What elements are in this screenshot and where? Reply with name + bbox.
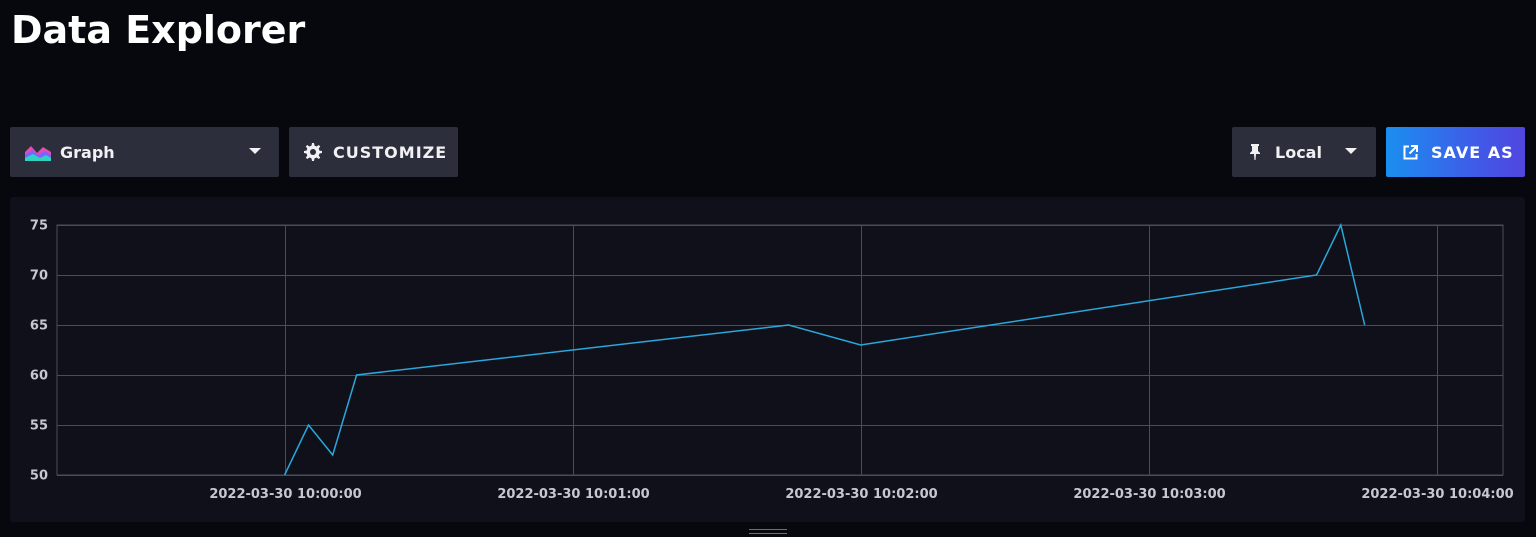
y-tick-label: 75 xyxy=(30,219,48,234)
timezone-label: Local xyxy=(1275,142,1322,162)
graph-type-icon xyxy=(25,146,51,161)
resize-handle-line xyxy=(749,533,787,534)
plot-frame xyxy=(56,224,1504,476)
y-tick-label: 50 xyxy=(30,469,48,484)
data-point xyxy=(859,343,863,347)
data-point xyxy=(1339,223,1343,227)
data-point xyxy=(1315,273,1319,277)
x-tick-label: 2022-03-30 10:04:00 xyxy=(1361,487,1513,502)
x-tick-label: 2022-03-30 10:02:00 xyxy=(785,487,937,502)
y-tick-label: 60 xyxy=(30,369,48,384)
customize-label: CUSTOMIZE xyxy=(333,142,448,162)
data-point xyxy=(787,323,791,327)
y-tick-label: 65 xyxy=(30,319,48,334)
save-as-button[interactable]: SAVE AS xyxy=(1386,127,1525,177)
caret-down-icon xyxy=(1345,148,1357,154)
x-tick-label: 2022-03-30 10:03:00 xyxy=(1073,487,1225,502)
x-tick-label: 2022-03-30 10:01:00 xyxy=(497,487,649,502)
visualization-type-dropdown[interactable]: Graph xyxy=(10,127,279,177)
x-tick-label: 2022-03-30 10:00:00 xyxy=(209,487,361,502)
data-point xyxy=(283,473,287,477)
pin-icon xyxy=(1250,144,1260,160)
resize-handle[interactable] xyxy=(749,529,787,537)
graph-panel: 75 70 65 60 55 50 2022-03-30 10:00:00 2022-03-3… xyxy=(10,197,1525,522)
data-point xyxy=(306,423,310,427)
save-as-label: SAVE AS xyxy=(1431,142,1514,162)
toolbar: Graph CUSTOMIZE Local SAVE AS xyxy=(10,127,1525,177)
data-point xyxy=(331,453,335,457)
data-point xyxy=(1363,323,1367,327)
y-tick-label: 55 xyxy=(30,419,48,434)
external-link-icon xyxy=(1403,144,1418,159)
series-line xyxy=(283,222,1366,476)
caret-down-icon xyxy=(249,148,261,154)
data-point xyxy=(355,373,359,377)
resize-handle-line xyxy=(749,529,787,530)
line-graph[interactable]: 75 70 65 60 55 50 2022-03-30 10:00:00 2022-03-3… xyxy=(10,197,1525,522)
page-title: Data Explorer xyxy=(11,8,306,52)
customize-button[interactable]: CUSTOMIZE xyxy=(289,127,458,177)
gear-icon xyxy=(304,143,322,161)
timezone-dropdown[interactable]: Local xyxy=(1232,127,1376,177)
visualization-type-label: Graph xyxy=(60,142,115,162)
y-tick-label: 70 xyxy=(30,269,48,284)
